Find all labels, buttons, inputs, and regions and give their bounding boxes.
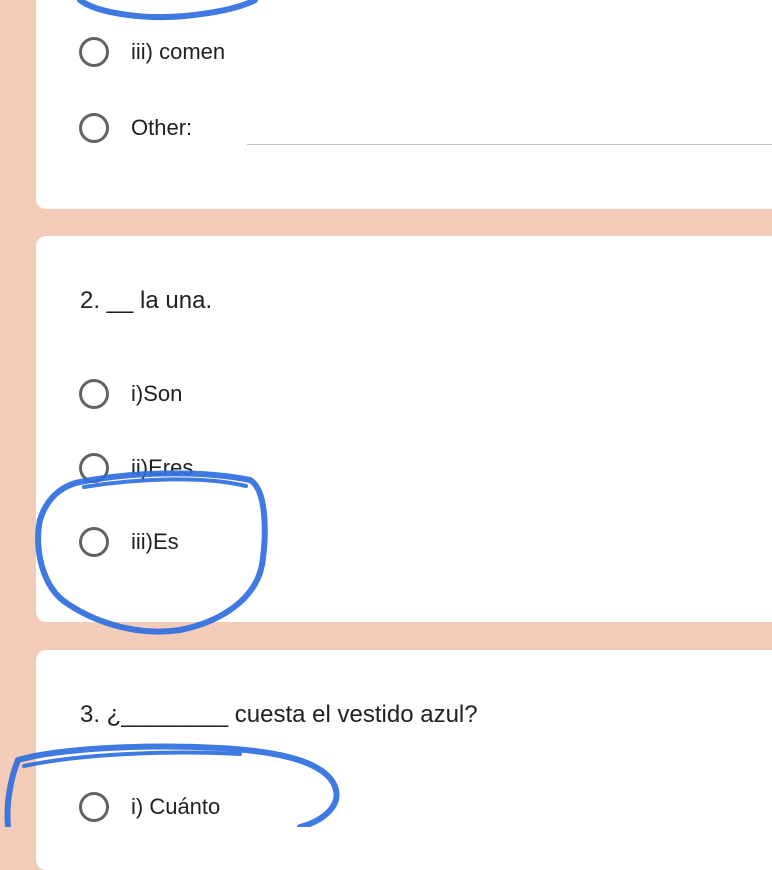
option-ii-eres[interactable]: ii)Eres xyxy=(79,450,193,486)
option-iii-comen[interactable]: iii) comen xyxy=(79,34,225,70)
question-title: 2. __ la una. xyxy=(80,287,213,314)
option-i-son[interactable]: i)Son xyxy=(79,376,182,412)
question-title: 3. ¿________ cuesta el vestido azul? xyxy=(80,701,478,728)
radio-button[interactable] xyxy=(79,453,109,483)
option-label: i) Cuánto xyxy=(131,794,221,819)
question-card-3 xyxy=(36,650,772,870)
option-label: ii)Eres xyxy=(131,455,194,480)
option-i-cuanto[interactable]: i) Cuánto xyxy=(79,789,220,825)
option-label: iii) comen xyxy=(131,39,226,64)
radio-button[interactable] xyxy=(79,527,109,557)
radio-button[interactable] xyxy=(79,792,109,822)
option-label: Other: xyxy=(131,115,193,140)
question-card-1 xyxy=(36,0,772,209)
other-text-input[interactable] xyxy=(247,144,772,145)
option-label: iii)Es xyxy=(131,529,179,554)
radio-button[interactable] xyxy=(79,37,109,67)
option-other[interactable]: Other: xyxy=(79,110,192,146)
radio-button[interactable] xyxy=(79,379,109,409)
option-iii-es[interactable]: iii)Es xyxy=(79,524,179,560)
radio-button[interactable] xyxy=(79,113,109,143)
annotation-circle-cuanto-left xyxy=(4,757,21,827)
option-label: i)Son xyxy=(131,381,183,406)
